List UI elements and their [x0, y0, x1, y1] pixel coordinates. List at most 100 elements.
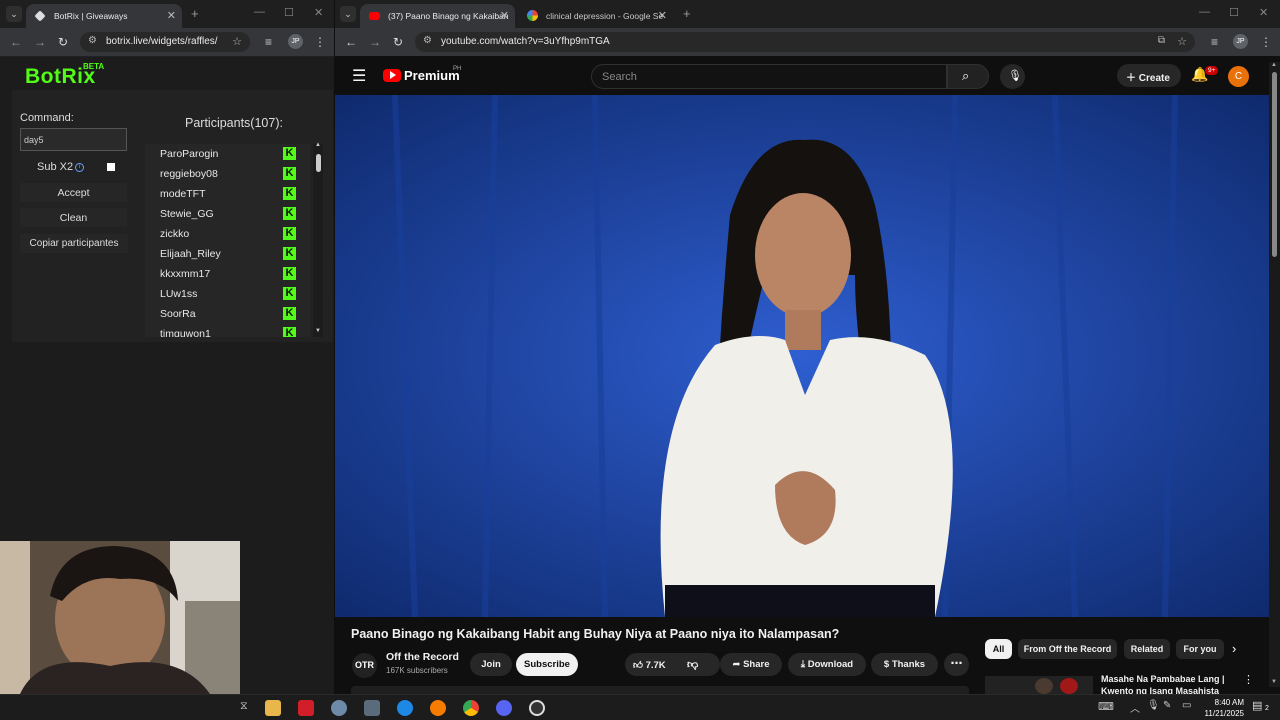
profile-avatar[interactable]: JP	[1233, 34, 1248, 49]
minimize-icon[interactable]: —	[1199, 6, 1210, 18]
maximize-icon[interactable]: ☐	[284, 6, 294, 19]
new-tab-icon[interactable]: +	[683, 6, 691, 21]
info-icon[interactable]: i	[75, 163, 84, 172]
close-window-icon[interactable]: ✕	[314, 6, 323, 19]
scroll-down-icon[interactable]: ▼	[1271, 679, 1277, 685]
clock[interactable]: 8:40 AM 11/21/2025	[1198, 697, 1244, 719]
search-button[interactable]: ⌕	[947, 64, 989, 89]
sub-x2-checkbox[interactable]	[107, 163, 115, 171]
discord-icon[interactable]	[496, 700, 512, 716]
app-icon[interactable]	[529, 700, 545, 716]
command-input[interactable]: day5	[20, 128, 127, 151]
participant-row[interactable]: ParoParogin K	[145, 144, 310, 164]
chrome-icon[interactable]	[463, 700, 479, 716]
clean-button[interactable]: Clean	[20, 208, 127, 227]
scroll-thumb[interactable]	[1272, 72, 1277, 257]
tab-botrix[interactable]: BotRix | Giveaways ✕	[26, 4, 182, 28]
site-info-icon[interactable]: ⚙	[88, 35, 97, 46]
back-icon[interactable]: ←	[345, 35, 357, 49]
taskview-icon[interactable]: ⧖	[240, 700, 248, 713]
bookmark-star-icon[interactable]: ☆	[1177, 35, 1187, 48]
recommended-more-icon[interactable]: ⋮	[1243, 673, 1254, 686]
thumbs-down-icon[interactable]: 👎︎	[687, 658, 698, 671]
participant-row[interactable]: Stewie_GG K	[145, 204, 310, 224]
obs-icon[interactable]	[331, 700, 347, 716]
hamburger-menu-icon[interactable]: ☰	[352, 66, 366, 86]
channel-name[interactable]: Off the Record	[386, 651, 459, 663]
share-button[interactable]: ➦ Share	[720, 653, 782, 676]
participant-row[interactable]: Elijaah_Riley K	[145, 244, 310, 264]
close-tab-icon[interactable]: ✕	[167, 9, 176, 22]
premium-logo-text[interactable]: Premium	[404, 68, 460, 83]
participant-row[interactable]: modeTFT K	[145, 184, 310, 204]
url-field[interactable]: ⚙ youtube.com/watch?v=3uYfhp9mTGA ⧉ ☆	[415, 32, 1195, 52]
calculator-icon[interactable]	[364, 700, 380, 716]
participant-row[interactable]: kkxxmm17 K	[145, 264, 310, 284]
channel-avatar[interactable]: OTR	[352, 653, 377, 678]
keyboard-icon[interactable]: ⌨	[1098, 700, 1114, 713]
video-player[interactable]	[335, 95, 1270, 617]
accept-button[interactable]: Accept	[20, 183, 127, 202]
download-button[interactable]: ⤓ Download	[788, 653, 866, 676]
account-avatar[interactable]: C	[1228, 66, 1249, 87]
participants-list[interactable]: ParoParogin Kreggieboy08 KmodeTFT K Stewie_G…	[145, 144, 310, 337]
close-window-icon[interactable]: ✕	[1259, 6, 1268, 19]
wps-office-icon[interactable]	[298, 700, 314, 716]
scroll-thumb[interactable]	[316, 154, 321, 172]
tab-youtube[interactable]: (37) Paano Binago ng Kakaiban ✕	[360, 4, 515, 28]
recommended-thumbnail[interactable]	[985, 676, 1093, 694]
participant-row[interactable]: timguwon1 K	[145, 324, 310, 337]
edge-icon[interactable]	[397, 700, 413, 716]
thanks-button[interactable]: $ Thanks	[871, 653, 938, 676]
pen-tray-icon[interactable]: ✎	[1163, 700, 1171, 711]
menu-kebab-icon[interactable]: ⋮	[314, 35, 326, 49]
back-icon[interactable]: ←	[10, 35, 22, 49]
site-info-icon[interactable]: ⚙	[423, 35, 432, 46]
tab-google[interactable]: clinical depression - Google Se ✕	[518, 4, 673, 28]
chip-all[interactable]: All	[985, 639, 1012, 659]
chip-for-you[interactable]: For you	[1176, 639, 1224, 659]
chip-from-channel[interactable]: From Off the Record	[1018, 639, 1117, 659]
participants-scrollbar[interactable]: ▲ ▼	[313, 142, 323, 337]
minimize-icon[interactable]: —	[254, 6, 265, 18]
firefox-icon[interactable]	[430, 700, 446, 716]
reading-list-icon[interactable]: ≡	[265, 35, 272, 49]
subscribe-button[interactable]: Subscribe	[516, 653, 578, 676]
close-tab-icon[interactable]: ✕	[658, 9, 667, 22]
new-tab-icon[interactable]: +	[191, 6, 199, 21]
microphone-tray-icon[interactable]: 🎙	[1147, 700, 1160, 711]
participant-row[interactable]: LUw1ss K	[145, 284, 310, 304]
scroll-up-icon[interactable]: ▲	[315, 142, 321, 148]
file-explorer-icon[interactable]	[265, 700, 281, 716]
tab-search-button[interactable]: ⌄	[340, 6, 356, 22]
forward-icon[interactable]: →	[34, 35, 46, 49]
copy-participants-button[interactable]: Copiar participantes	[20, 234, 128, 253]
bookmark-star-icon[interactable]: ☆	[232, 35, 242, 48]
description-box[interactable]	[351, 686, 969, 694]
scroll-up-icon[interactable]: ▲	[1271, 62, 1277, 68]
reload-icon[interactable]: ↻	[393, 35, 403, 49]
thumbs-up-icon[interactable]: 👍︎	[633, 660, 646, 671]
maximize-icon[interactable]: ☐	[1229, 6, 1239, 19]
participant-row[interactable]: zickko K	[145, 224, 310, 244]
tab-search-button[interactable]: ⌄	[6, 6, 22, 22]
page-scrollbar[interactable]: ▲ ▼	[1269, 62, 1280, 687]
reading-list-icon[interactable]: ≡	[1211, 35, 1218, 49]
show-hidden-icons[interactable]: ︿	[1130, 700, 1140, 715]
notification-center-icon[interactable]: ▤	[1252, 699, 1262, 712]
url-field[interactable]: ⚙ botrix.live/widgets/raffles/ ☆	[80, 32, 250, 52]
menu-kebab-icon[interactable]: ⋮	[1260, 35, 1272, 49]
participant-row[interactable]: reggieboy08 K	[145, 164, 310, 184]
close-tab-icon[interactable]: ✕	[500, 9, 509, 22]
recommended-video-title[interactable]: Masahe Na Pambabae Lang | Kwento ng Isan…	[1101, 673, 1236, 694]
create-button[interactable]: ＋ Create	[1117, 64, 1181, 87]
chip-related[interactable]: Related	[1124, 639, 1170, 659]
join-button[interactable]: Join	[470, 653, 512, 676]
like-count[interactable]: 7.7K	[646, 660, 666, 671]
battery-icon[interactable]: ▭	[1182, 700, 1191, 711]
search-input[interactable]: Search	[591, 64, 947, 89]
reload-icon[interactable]: ↻	[58, 35, 68, 49]
forward-icon[interactable]: →	[369, 35, 381, 49]
install-app-icon[interactable]: ⧉	[1158, 35, 1165, 46]
profile-avatar[interactable]: JP	[288, 34, 303, 49]
